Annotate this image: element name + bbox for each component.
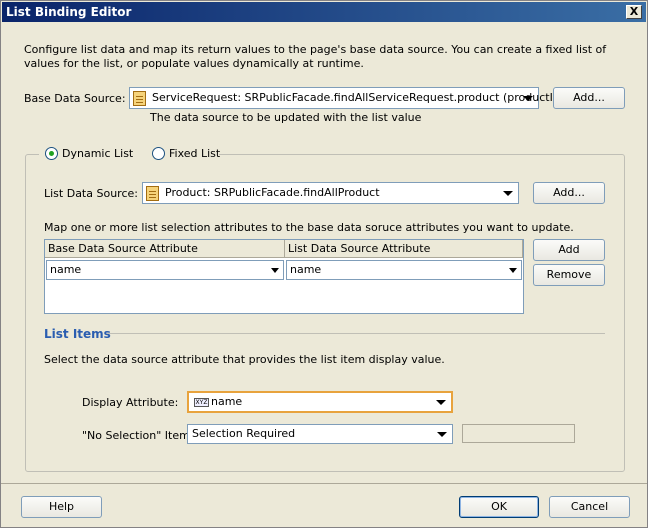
display-attribute-combo[interactable]: XYZ name <box>187 391 453 413</box>
no-selection-value: Selection Required <box>192 427 296 440</box>
dynamic-list-radio[interactable] <box>45 147 58 160</box>
mapping-instruction: Map one or more list selection attribute… <box>44 221 574 234</box>
list-attribute-select[interactable]: name <box>286 260 522 280</box>
column-header-list[interactable]: List Data Source Attribute <box>285 240 523 258</box>
base-attribute-select[interactable]: name <box>46 260 284 280</box>
footer-divider <box>1 483 647 484</box>
remove-mapping-button[interactable]: Remove <box>533 264 605 286</box>
attribute-mapping-table: Base Data Source Attribute List Data Sou… <box>44 239 524 314</box>
cancel-button[interactable]: Cancel <box>549 496 630 518</box>
attribute-type-icon: XYZ <box>194 398 209 407</box>
close-icon: X <box>629 5 639 18</box>
display-attribute-value: name <box>211 395 243 408</box>
base-data-source-label: Base Data Source: <box>24 92 126 105</box>
list-binding-editor-dialog: List Binding Editor X Configure list dat… <box>0 0 648 528</box>
add-base-data-source-button[interactable]: Add... <box>553 87 625 109</box>
dynamic-list-label: Dynamic List <box>62 147 134 160</box>
add-mapping-button[interactable]: Add <box>533 239 605 261</box>
title-bar: List Binding Editor X <box>2 2 646 22</box>
ok-button[interactable]: OK <box>459 496 539 518</box>
window-title: List Binding Editor <box>6 5 132 19</box>
close-button[interactable]: X <box>626 5 642 19</box>
column-header-base[interactable]: Base Data Source Attribute <box>45 240 285 258</box>
no-selection-combo[interactable]: Selection Required <box>187 424 453 444</box>
base-attribute-value: name <box>50 263 82 276</box>
chevron-down-icon <box>437 432 447 437</box>
chevron-down-icon <box>436 400 446 405</box>
fixed-list-radio[interactable] <box>152 147 165 160</box>
data-source-icon <box>133 91 146 106</box>
display-attribute-label: Display Attribute: <box>82 396 179 409</box>
chevron-down-icon <box>523 96 533 101</box>
chevron-down-icon <box>271 268 279 273</box>
chevron-down-icon <box>509 268 517 273</box>
help-button[interactable]: Help <box>21 496 102 518</box>
section-divider <box>107 333 605 334</box>
list-data-source-value: Product: SRPublicFacade.findAllProduct <box>165 186 380 199</box>
list-data-source-label: List Data Source: <box>44 187 138 200</box>
base-data-source-hint: The data source to be updated with the l… <box>150 111 422 124</box>
base-data-source-combo[interactable]: ServiceRequest: SRPublicFacade.findAllSe… <box>129 87 563 109</box>
list-items-instruction: Select the data source attribute that pr… <box>44 353 445 366</box>
chevron-down-icon <box>503 191 513 196</box>
intro-text: Configure list data and map its return v… <box>24 43 607 70</box>
base-data-source-value: ServiceRequest: SRPublicFacade.findAllSe… <box>152 91 564 104</box>
list-data-source-combo[interactable]: Product: SRPublicFacade.findAllProduct <box>142 182 519 204</box>
no-selection-text-field[interactable] <box>462 424 575 443</box>
fixed-list-label: Fixed List <box>169 147 221 160</box>
no-selection-label: "No Selection" Item: <box>82 429 194 442</box>
list-items-heading: List Items <box>44 327 111 341</box>
add-list-data-source-button[interactable]: Add... <box>533 182 605 204</box>
list-attribute-value: name <box>290 263 322 276</box>
data-source-icon <box>146 186 159 201</box>
